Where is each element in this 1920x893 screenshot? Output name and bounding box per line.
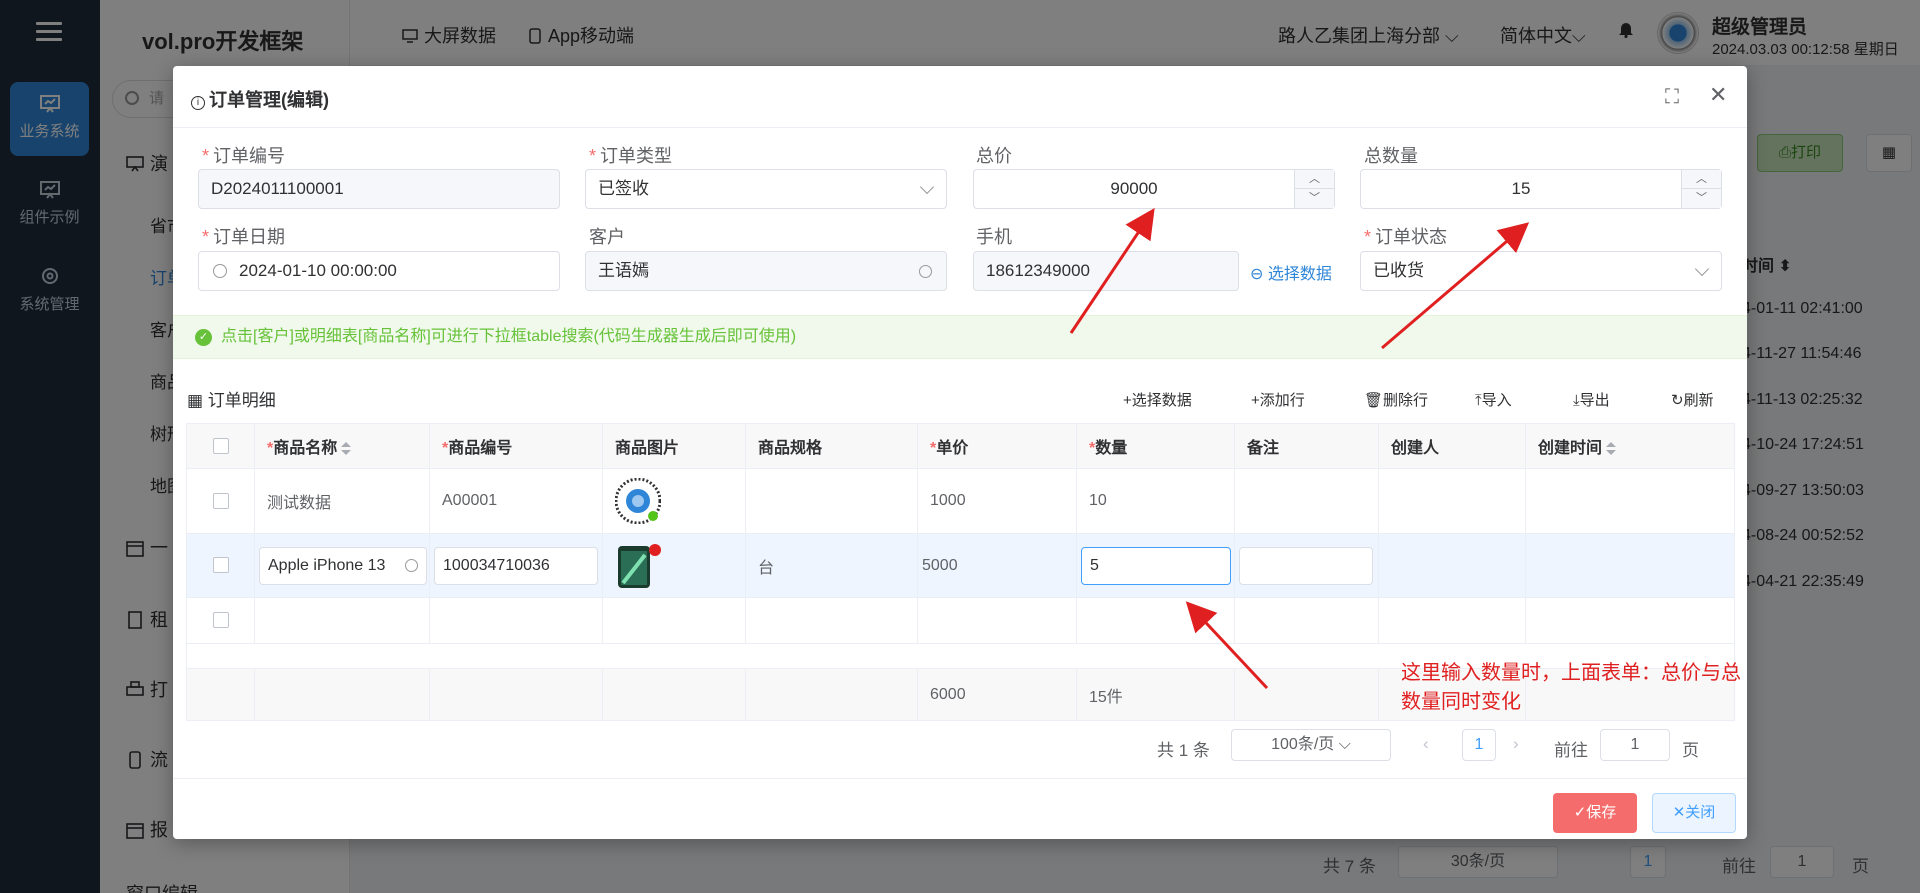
arrow-to-total-price (1069, 208, 1155, 334)
arrow-to-total-qty (1381, 222, 1530, 350)
arrow-to-quantity-input (1185, 601, 1269, 690)
annotation-arrows (1069, 208, 1530, 690)
